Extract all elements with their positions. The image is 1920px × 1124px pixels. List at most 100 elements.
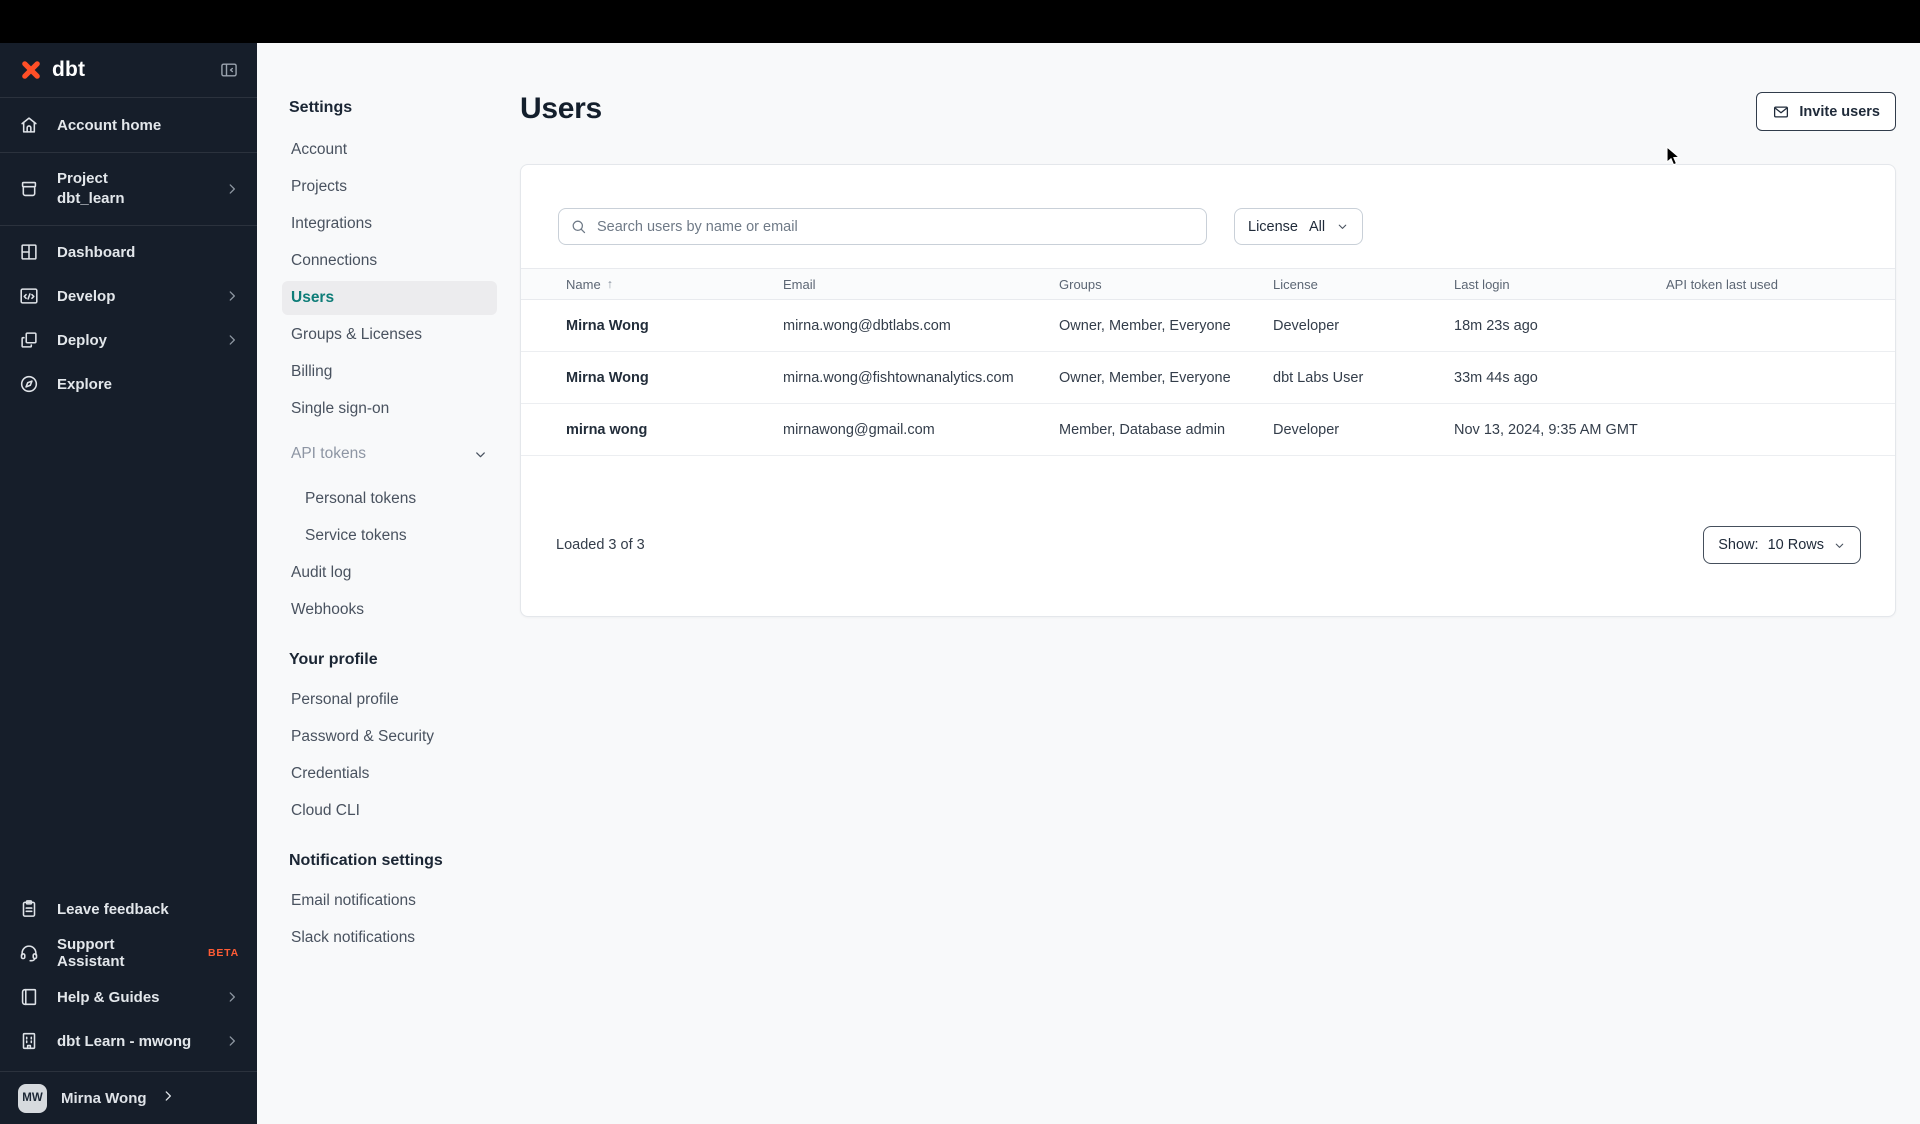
cell-license: Developer: [1273, 317, 1340, 334]
chevron-right-icon: [225, 289, 239, 303]
cell-name: mirna wong: [566, 421, 648, 438]
settings-nav-connections[interactable]: Connections: [282, 244, 497, 278]
main-content: Users Invite users Search users by name …: [520, 43, 1920, 1124]
settings-nav-account[interactable]: Account: [282, 133, 497, 167]
settings-nav-service-tokens[interactable]: Service tokens: [282, 519, 497, 553]
home-icon: [18, 114, 40, 136]
settings-nav-api-tokens-label: API tokens: [291, 445, 366, 462]
sidebar-item-project[interactable]: Project dbt_learn: [0, 153, 257, 226]
chevron-right-icon: [225, 333, 239, 347]
column-header-name[interactable]: Name ↑: [566, 277, 783, 292]
settings-nav-groups-licenses[interactable]: Groups & Licenses: [282, 318, 497, 352]
users-card: License All Name ↑ Email Groups License: [520, 164, 1896, 617]
column-header-email[interactable]: Email: [783, 277, 1059, 292]
sidebar-user-name: Mirna Wong: [61, 1089, 147, 1107]
sidebar-item-develop[interactable]: Develop: [0, 274, 257, 318]
sidebar-user-menu[interactable]: MW Mirna Wong: [0, 1071, 257, 1124]
settings-nav-password-security[interactable]: Password & Security: [282, 720, 497, 754]
chevron-down-icon: [473, 447, 488, 462]
search-wrap: [558, 208, 1207, 245]
sidebar-item-explore[interactable]: Explore: [0, 362, 257, 406]
sidebar-project-name: dbt_learn: [57, 189, 125, 207]
sidebar-item-leave-feedback[interactable]: Leave feedback: [0, 887, 257, 931]
sidebar-item-support-assistant[interactable]: Support Assistant BETA: [0, 931, 257, 975]
your-profile-title: Your profile: [289, 651, 378, 668]
cell-last-login: 18m 23s ago: [1454, 317, 1538, 334]
sidebar-item-label: Explore: [57, 375, 113, 393]
settings-nav-integrations[interactable]: Integrations: [282, 207, 497, 241]
sidebar-item-dashboard[interactable]: Dashboard: [0, 230, 257, 274]
cell-email: mirna.wong@dbtlabs.com: [783, 317, 951, 334]
show-rows-value: 10 Rows: [1767, 537, 1824, 553]
building-icon: [18, 1030, 40, 1052]
column-header-license[interactable]: License: [1273, 277, 1454, 292]
cell-name: Mirna Wong: [566, 369, 649, 386]
show-rows-dropdown[interactable]: Show: 10 Rows: [1703, 526, 1861, 564]
license-filter-dropdown[interactable]: License All: [1234, 208, 1364, 245]
cell-license: dbt Labs User: [1273, 369, 1364, 386]
app-layout: dbt Account home Project dbt_learn Dashb…: [0, 43, 1920, 1124]
column-header-api-token[interactable]: API token last used: [1666, 277, 1895, 292]
cell-email: mirna.wong@fishtownanalytics.com: [783, 369, 1014, 386]
sidebar-item-dbt-learn[interactable]: dbt Learn - mwong: [0, 1019, 257, 1063]
settings-nav-slack-notifications[interactable]: Slack notifications: [282, 921, 497, 955]
page-title: Users: [520, 92, 602, 125]
clipboard-icon: [18, 898, 40, 920]
search-input[interactable]: [558, 208, 1207, 245]
dbt-logo-text: dbt: [52, 58, 86, 81]
settings-nav-email-notifications[interactable]: Email notifications: [282, 884, 497, 918]
dbt-logo[interactable]: dbt: [18, 57, 85, 83]
settings-nav-personal-tokens[interactable]: Personal tokens: [282, 482, 497, 516]
envelope-icon: [1774, 105, 1789, 118]
settings-nav-credentials[interactable]: Credentials: [282, 757, 497, 791]
headset-icon: [18, 942, 40, 964]
sidebar-item-help-guides[interactable]: Help & Guides: [0, 975, 257, 1019]
cell-groups: Owner, Member, Everyone: [1059, 317, 1231, 334]
settings-nav-title: Settings: [289, 99, 353, 116]
sidebar-item-label: Project: [57, 170, 108, 187]
settings-nav-cloud-cli[interactable]: Cloud CLI: [282, 794, 497, 828]
sidebar-item-deploy[interactable]: Deploy: [0, 318, 257, 362]
loaded-status: Loaded 3 of 3: [556, 537, 645, 553]
chevron-right-icon: [225, 990, 239, 1004]
cell-last-login: 33m 44s ago: [1454, 369, 1538, 386]
cell-license: Developer: [1273, 421, 1340, 438]
settings-nav-projects[interactable]: Projects: [282, 170, 497, 204]
compass-icon: [18, 373, 40, 395]
app-sidebar: dbt Account home Project dbt_learn Dashb…: [0, 43, 257, 1124]
table-footer: Loaded 3 of 3 Show: 10 Rows: [556, 526, 1861, 564]
cell-name: Mirna Wong: [566, 317, 649, 334]
search-icon: [570, 218, 587, 240]
code-window-icon: [18, 285, 40, 307]
beta-badge: BETA: [207, 947, 239, 959]
table-row[interactable]: mirna wong mirnawong@gmail.com Member, D…: [521, 404, 1895, 456]
invite-users-button[interactable]: Invite users: [1756, 92, 1896, 131]
chevron-right-icon: [161, 1089, 175, 1107]
settings-nav-users[interactable]: Users: [282, 281, 497, 315]
settings-nav-billing[interactable]: Billing: [282, 355, 497, 389]
panel-collapse-icon: [221, 63, 237, 77]
chevron-down-icon: [1336, 220, 1349, 233]
sidebar-item-account-home[interactable]: Account home: [0, 98, 257, 153]
sidebar-item-label: Deploy: [57, 331, 108, 349]
settings-nav-webhooks[interactable]: Webhooks: [282, 593, 497, 627]
settings-nav-audit-log[interactable]: Audit log: [282, 556, 497, 590]
sidebar-item-label: dbt Learn - mwong: [57, 1032, 192, 1050]
book-icon: [18, 986, 40, 1008]
settings-nav-single-sign-on[interactable]: Single sign-on: [282, 392, 497, 426]
settings-nav-personal-profile[interactable]: Personal profile: [282, 683, 497, 717]
sidebar-item-label: Support Assistant: [57, 936, 125, 970]
project-box-icon: [18, 178, 40, 200]
table-row[interactable]: Mirna Wong mirna.wong@fishtownanalytics.…: [521, 352, 1895, 404]
table-row[interactable]: Mirna Wong mirna.wong@dbtlabs.com Owner,…: [521, 300, 1895, 352]
sidebar-header: dbt: [0, 43, 257, 98]
cell-groups: Owner, Member, Everyone: [1059, 369, 1231, 386]
sidebar-collapse-button[interactable]: [219, 60, 239, 80]
show-rows-label: Show:: [1718, 537, 1759, 553]
sidebar-item-label: Dashboard: [57, 243, 136, 261]
chevron-down-icon: [1833, 539, 1846, 552]
column-header-groups[interactable]: Groups: [1059, 277, 1273, 292]
settings-nav-api-tokens[interactable]: API tokens: [282, 437, 497, 471]
column-header-last-login[interactable]: Last login: [1454, 277, 1666, 292]
